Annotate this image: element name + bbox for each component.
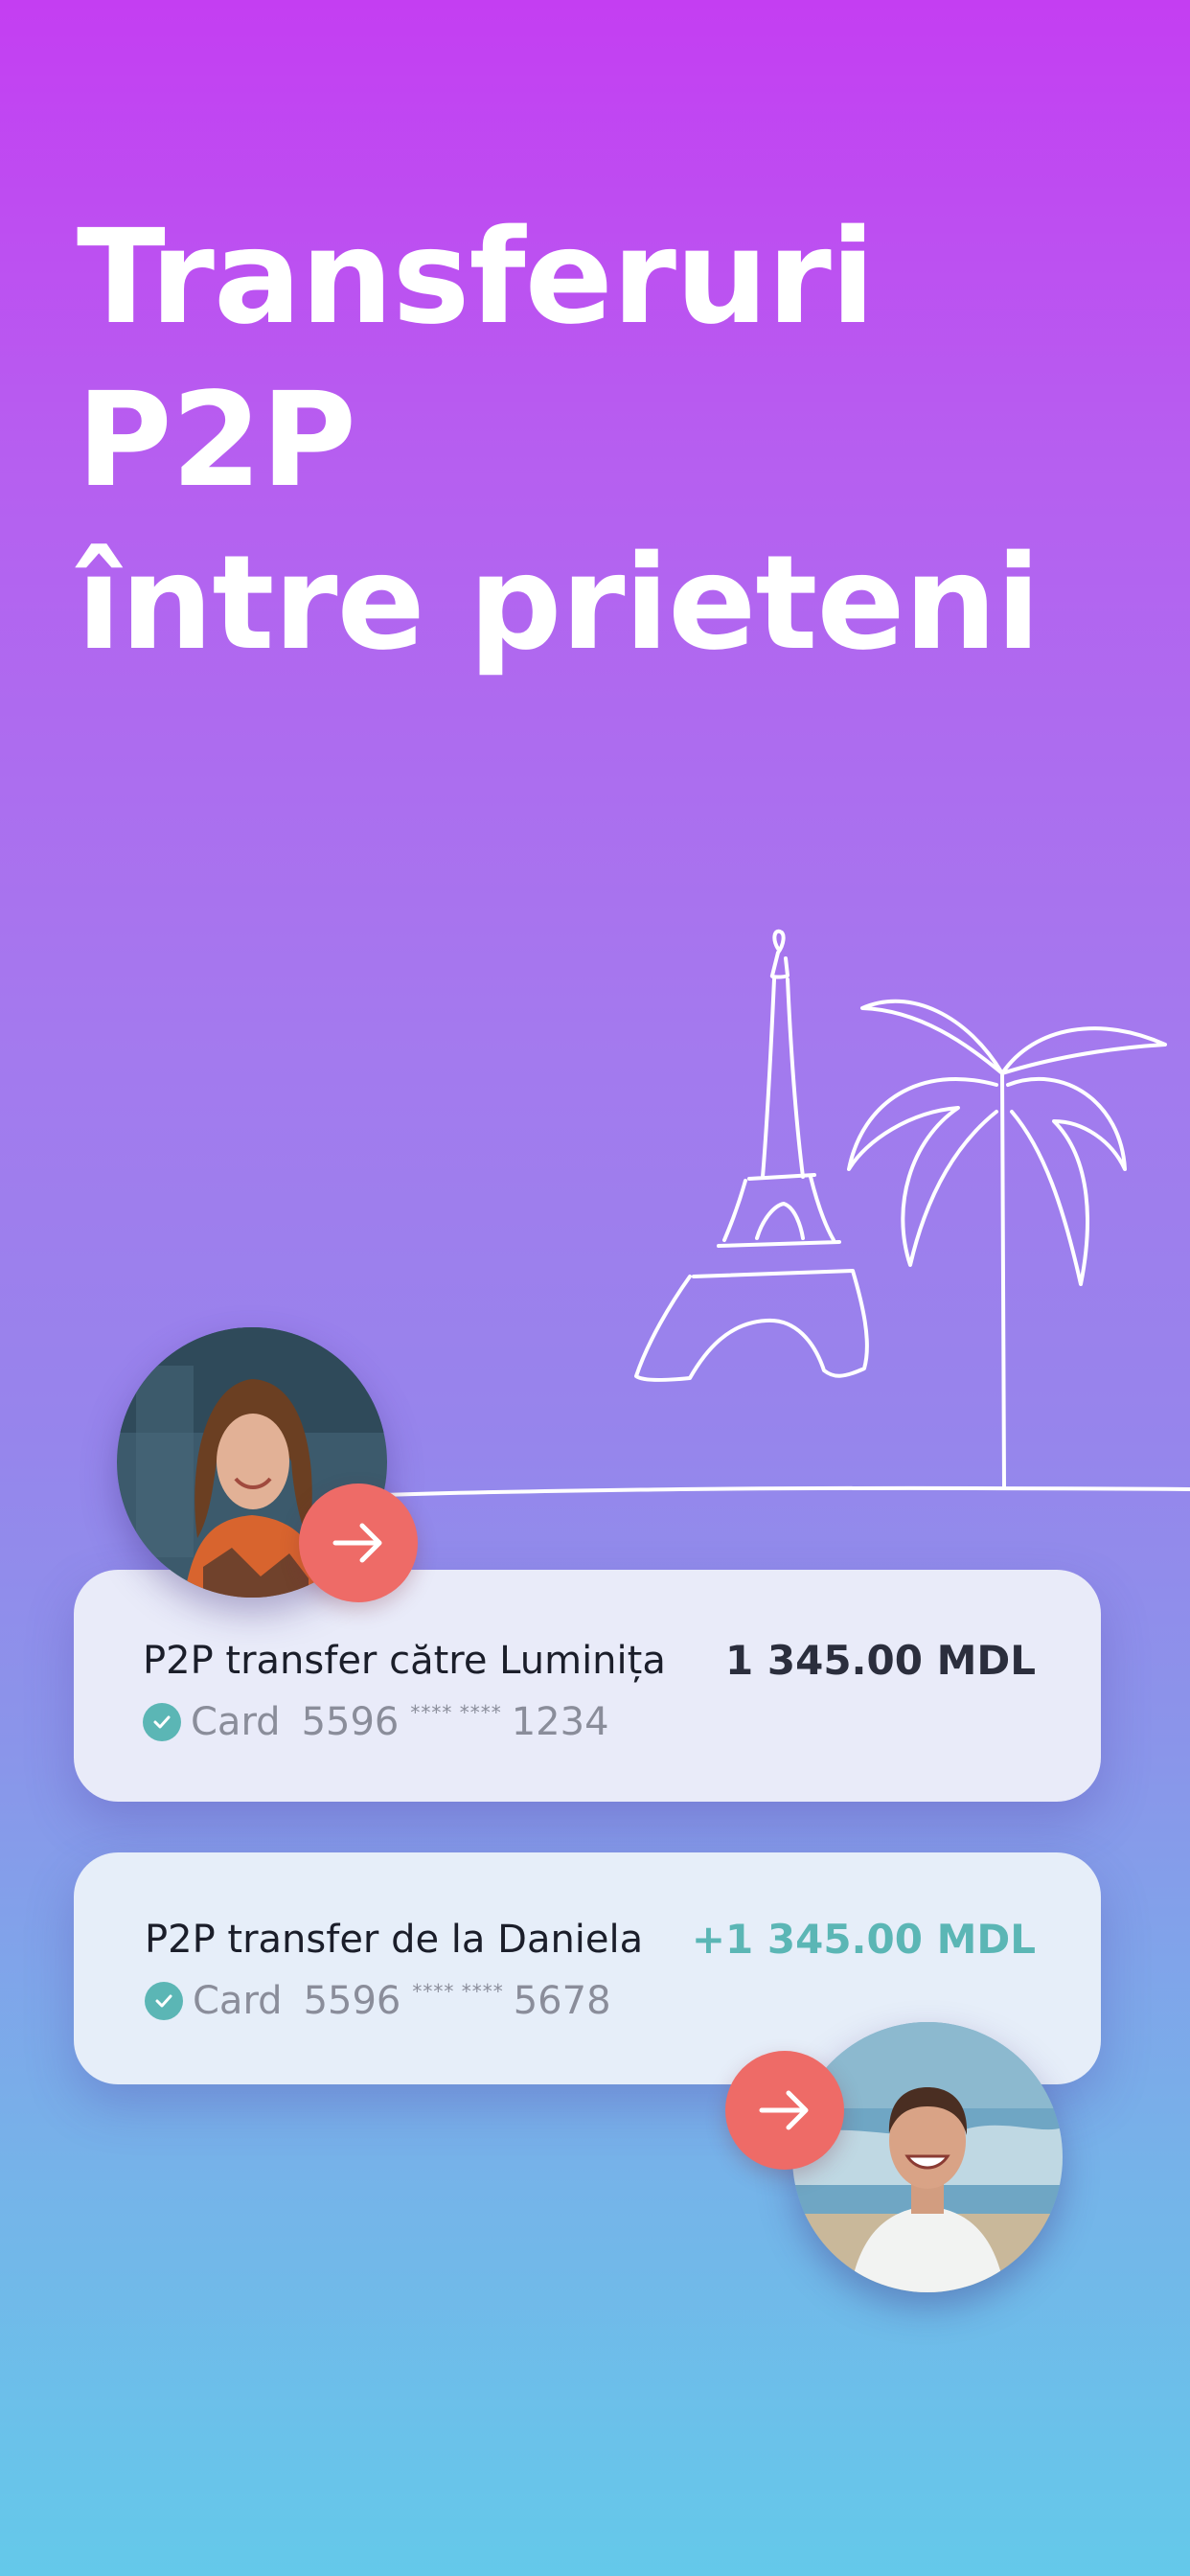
card-number-start: 5596 — [303, 1979, 401, 2023]
arrow-right-icon — [759, 2090, 809, 2130]
card-number-end: 5678 — [513, 1979, 611, 2023]
transfer-amount: +1 345.00 MDL — [691, 1916, 1036, 1963]
arrow-right-icon — [332, 1523, 382, 1563]
card-info: Card 5596 **** **** 5678 — [145, 1979, 611, 2023]
transfer-amount: 1 345.00 MDL — [725, 1637, 1036, 1684]
headline-line-2: între prieteni — [77, 528, 1041, 679]
headline-line-1: Transferuri P2P — [77, 202, 875, 517]
eiffel-tower-outline — [634, 929, 869, 1382]
palm-tree-outline — [847, 999, 1167, 1489]
check-icon — [145, 1982, 183, 2020]
payment-method-label: Card — [191, 1700, 281, 1744]
user-avatar-daniela — [792, 2022, 1063, 2292]
check-icon — [143, 1703, 181, 1741]
transfer-title: P2P transfer către Luminița — [143, 1639, 666, 1683]
card-number-start: 5596 — [301, 1700, 400, 1744]
payment-method-label: Card — [193, 1979, 283, 2023]
receive-transfer-button[interactable] — [725, 2051, 844, 2170]
card-info: Card 5596 **** **** 1234 — [143, 1700, 609, 1744]
card-number-end: 1234 — [511, 1700, 609, 1744]
transfer-card-outgoing[interactable]: P2P transfer către Luminița 1 345.00 MDL… — [74, 1570, 1101, 1802]
card-number-mask: **** **** — [410, 1701, 502, 1724]
transfer-title: P2P transfer de la Daniela — [145, 1918, 644, 1962]
promo-headline: Transferuri P2P între prieteni — [77, 196, 1190, 685]
card-number-mask: **** **** — [412, 1980, 504, 2003]
horizon-line — [381, 1485, 1190, 1497]
send-transfer-button[interactable] — [299, 1484, 418, 1602]
